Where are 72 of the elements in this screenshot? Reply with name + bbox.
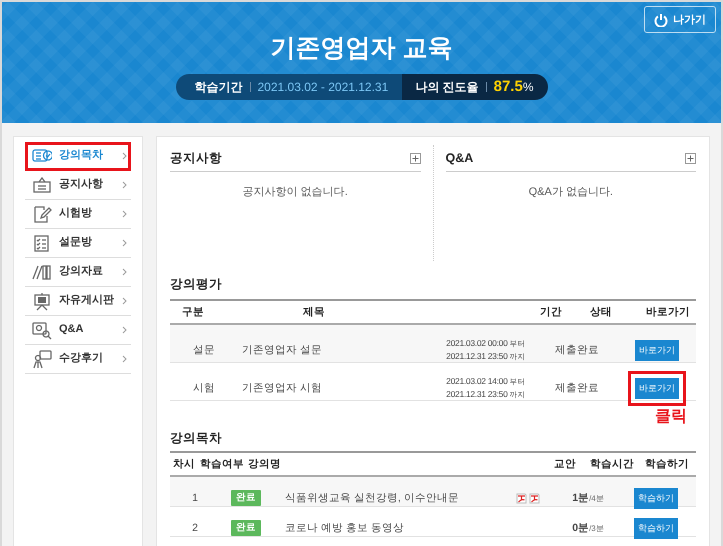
- table-cell-text: 제출완료: [554, 382, 600, 394]
- chevron-icon: [122, 326, 127, 334]
- empty-message: 공지사항이 없습니다.: [242, 186, 349, 200]
- plus-icon[interactable]: [685, 152, 696, 164]
- books-icon: [32, 262, 52, 282]
- table-cell-text: 2: [191, 522, 199, 534]
- section-title: 강의목차: [170, 430, 223, 447]
- click-annotation: 클릭: [655, 409, 687, 425]
- study-time: 0분: [572, 522, 590, 534]
- total-time: /4분: [589, 494, 604, 504]
- table-cell-text: 기존영업자 설문: [241, 344, 323, 356]
- plus-icon[interactable]: [410, 152, 420, 164]
- easel-icon: [32, 292, 52, 310]
- sidebar-item[interactable]: 강의자료: [25, 258, 131, 287]
- sidebar-item[interactable]: 시험방: [25, 200, 131, 229]
- pencil-icon: [32, 204, 52, 224]
- table-cell-text: 시험: [192, 382, 216, 394]
- total-time: /3분: [589, 524, 604, 534]
- sidebar-item[interactable]: Q&A: [25, 316, 131, 345]
- column-header: 기간: [539, 306, 562, 318]
- column-header: 바로가기: [645, 306, 691, 318]
- pdf-icon[interactable]: [529, 492, 540, 504]
- sidebar-item[interactable]: 공지사항: [25, 171, 131, 200]
- column-header: 상태: [589, 306, 613, 318]
- section-title: 강의평가: [170, 276, 223, 293]
- study-button[interactable]: 학습하기: [634, 518, 678, 538]
- empty-message: Q&A가 없습니다.: [528, 186, 614, 200]
- column-header: 제목: [302, 306, 326, 318]
- sidebar-item[interactable]: 설문방: [25, 229, 131, 258]
- progress-label: 나의 진도율: [415, 80, 479, 94]
- period-value: 2021.03.02 - 2021.12.31: [258, 80, 388, 94]
- go-button[interactable]: 바로가기: [635, 340, 679, 360]
- column-header: 학습시간: [589, 458, 635, 470]
- panel-title: Q&A: [446, 150, 474, 166]
- chevron-icon: [122, 181, 127, 189]
- sidebar-item[interactable]: 수강후기: [25, 345, 131, 374]
- column-header: 차시: [172, 458, 196, 470]
- exit-button[interactable]: 나가기: [644, 6, 716, 33]
- column-header: 교안: [553, 458, 577, 470]
- person-icon: [32, 350, 52, 368]
- table-cell-text: 1: [191, 492, 199, 504]
- period-label: 학습기간: [194, 80, 242, 94]
- study-time: 1분: [572, 492, 590, 504]
- chevron-icon: [122, 239, 127, 247]
- go-button[interactable]: 바로가기: [635, 378, 679, 398]
- progress-value: 87.5: [494, 78, 523, 96]
- column-header: 강의명: [247, 458, 282, 470]
- table-cell-text: 제출완료: [554, 344, 600, 356]
- table-cell-text: 기존영업자 시험: [241, 382, 323, 394]
- chevron-icon: [122, 152, 127, 160]
- magnifier-icon: [32, 320, 52, 340]
- chevron-icon: [122, 210, 127, 218]
- sidebar-item[interactable]: 자유게시판: [25, 287, 131, 316]
- column-header: 학습하기: [644, 458, 690, 470]
- table-cell-text: 코로나 예방 홍보 동영상: [284, 522, 405, 534]
- study-button[interactable]: 학습하기: [634, 488, 678, 508]
- panel-title: 공지사항: [170, 150, 222, 166]
- table-cell-text: 설문: [192, 344, 216, 356]
- column-header: 구분: [181, 306, 205, 318]
- chevron-icon: [122, 297, 127, 305]
- power-icon: [654, 12, 668, 26]
- column-header: 학습여부: [199, 458, 245, 470]
- status-badge: 완료: [231, 490, 261, 506]
- pdf-icon[interactable]: [516, 492, 527, 504]
- progress-unit: %: [522, 80, 534, 94]
- status-badge: 완료: [231, 520, 261, 536]
- document-icon: [32, 176, 52, 194]
- sidebar-item[interactable]: 강의목차: [25, 142, 131, 171]
- chevron-icon: [122, 355, 127, 363]
- page-title: 기존영업자 교육: [270, 33, 452, 63]
- table-cell-text: 식품위생교육 실천강령, 이수안내문: [284, 492, 460, 504]
- chevron-icon: [122, 268, 127, 276]
